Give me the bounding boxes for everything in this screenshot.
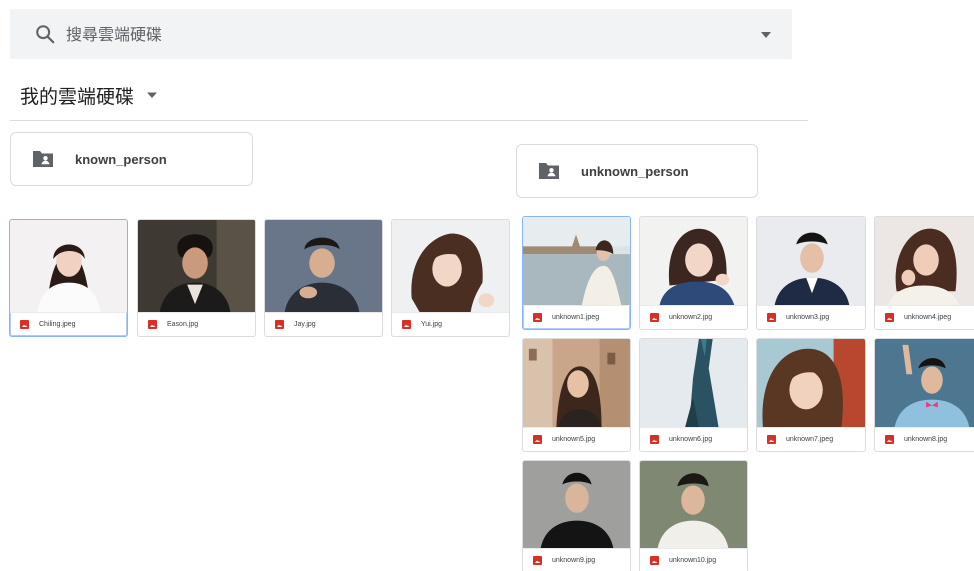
- file-caption: unknown6.jpg: [640, 427, 747, 451]
- image-thumbnail: [640, 461, 747, 548]
- shared-folder-icon: [539, 163, 559, 179]
- file-card-unknown5[interactable]: unknown5.jpg: [522, 338, 631, 452]
- image-thumbnail: [875, 217, 974, 305]
- search-bar[interactable]: [10, 9, 792, 59]
- file-card-unknown3[interactable]: unknown3.jpg: [756, 216, 866, 330]
- file-name: unknown7.jpeg: [786, 436, 834, 443]
- image-thumbnail: [757, 217, 865, 305]
- file-caption: unknown4.jpeg: [875, 305, 974, 329]
- image-thumbnail: [392, 220, 509, 312]
- shared-folder-icon: [33, 151, 53, 167]
- image-file-icon: [885, 313, 894, 322]
- image-file-icon: [650, 435, 659, 444]
- file-name: unknown10.jpg: [669, 557, 717, 564]
- image-thumbnail: [640, 217, 747, 305]
- image-thumbnail: [875, 339, 974, 427]
- folder-name: unknown_person: [581, 163, 689, 179]
- file-name: unknown9.jpg: [552, 557, 596, 564]
- file-caption: unknown3.jpg: [757, 305, 865, 329]
- file-name: Eason.jpg: [167, 321, 199, 328]
- caret-down-icon[interactable]: [146, 89, 158, 101]
- image-file-icon: [767, 313, 776, 322]
- file-card-unknown9[interactable]: unknown9.jpg: [522, 460, 631, 571]
- file-caption: Eason.jpg: [138, 312, 255, 336]
- file-card-yui[interactable]: Yui.jpg: [391, 219, 510, 337]
- drive-title-dropdown[interactable]: 我的雲端硬碟: [20, 80, 158, 110]
- file-name: Chiling.jpeg: [39, 321, 76, 328]
- divider: [10, 120, 808, 121]
- file-name: Jay.jpg: [294, 321, 316, 328]
- file-caption: unknown10.jpg: [640, 548, 747, 571]
- file-card-unknown1[interactable]: unknown1.jpeg: [522, 216, 631, 330]
- image-file-icon: [148, 320, 157, 329]
- file-caption: unknown7.jpeg: [757, 427, 865, 451]
- file-card-chiling[interactable]: Chiling.jpeg: [9, 219, 128, 337]
- folder-unknown-person[interactable]: unknown_person: [516, 144, 758, 198]
- image-thumbnail: [138, 220, 255, 312]
- search-options-caret-icon[interactable]: [758, 27, 774, 43]
- image-thumbnail: [523, 461, 630, 548]
- file-caption: Chiling.jpeg: [10, 312, 127, 336]
- file-card-unknown7[interactable]: unknown7.jpeg: [756, 338, 866, 452]
- image-file-icon: [533, 556, 542, 565]
- image-file-icon: [650, 556, 659, 565]
- file-caption: Jay.jpg: [265, 312, 382, 336]
- file-caption: Yui.jpg: [392, 312, 509, 336]
- file-caption: unknown2.jpg: [640, 305, 747, 329]
- file-card-eason[interactable]: Eason.jpg: [137, 219, 256, 337]
- file-name: unknown8.jpg: [904, 436, 948, 443]
- folder-name: known_person: [75, 151, 167, 167]
- file-card-unknown8[interactable]: unknown8.jpg: [874, 338, 974, 452]
- image-file-icon: [650, 313, 659, 322]
- file-card-unknown10[interactable]: unknown10.jpg: [639, 460, 748, 571]
- file-name: unknown3.jpg: [786, 314, 830, 321]
- image-file-icon: [533, 435, 542, 444]
- file-card-jay[interactable]: Jay.jpg: [264, 219, 383, 337]
- search-icon[interactable]: [34, 23, 56, 45]
- file-caption: unknown1.jpeg: [523, 305, 630, 329]
- file-name: unknown6.jpg: [669, 436, 713, 443]
- image-file-icon: [767, 435, 776, 444]
- search-input[interactable]: [66, 19, 666, 49]
- image-file-icon: [275, 320, 284, 329]
- image-thumbnail: [640, 339, 747, 427]
- file-name: unknown4.jpeg: [904, 314, 952, 321]
- image-file-icon: [402, 320, 411, 329]
- image-thumbnail: [10, 220, 127, 312]
- file-card-unknown2[interactable]: unknown2.jpg: [639, 216, 748, 330]
- image-thumbnail: [523, 339, 630, 427]
- file-card-unknown4[interactable]: unknown4.jpeg: [874, 216, 974, 330]
- file-caption: unknown8.jpg: [875, 427, 974, 451]
- image-thumbnail: [265, 220, 382, 312]
- image-thumbnail: [523, 217, 630, 305]
- file-card-unknown6[interactable]: unknown6.jpg: [639, 338, 748, 452]
- image-thumbnail: [757, 339, 865, 427]
- file-name: unknown1.jpeg: [552, 314, 600, 321]
- folder-known-person[interactable]: known_person: [10, 132, 253, 186]
- file-name: unknown5.jpg: [552, 436, 596, 443]
- file-caption: unknown9.jpg: [523, 548, 630, 571]
- image-file-icon: [533, 313, 542, 322]
- file-name: Yui.jpg: [421, 321, 443, 328]
- file-caption: unknown5.jpg: [523, 427, 630, 451]
- image-file-icon: [20, 320, 29, 329]
- file-name: unknown2.jpg: [669, 314, 713, 321]
- image-file-icon: [885, 435, 894, 444]
- page-title: 我的雲端硬碟: [20, 85, 135, 108]
